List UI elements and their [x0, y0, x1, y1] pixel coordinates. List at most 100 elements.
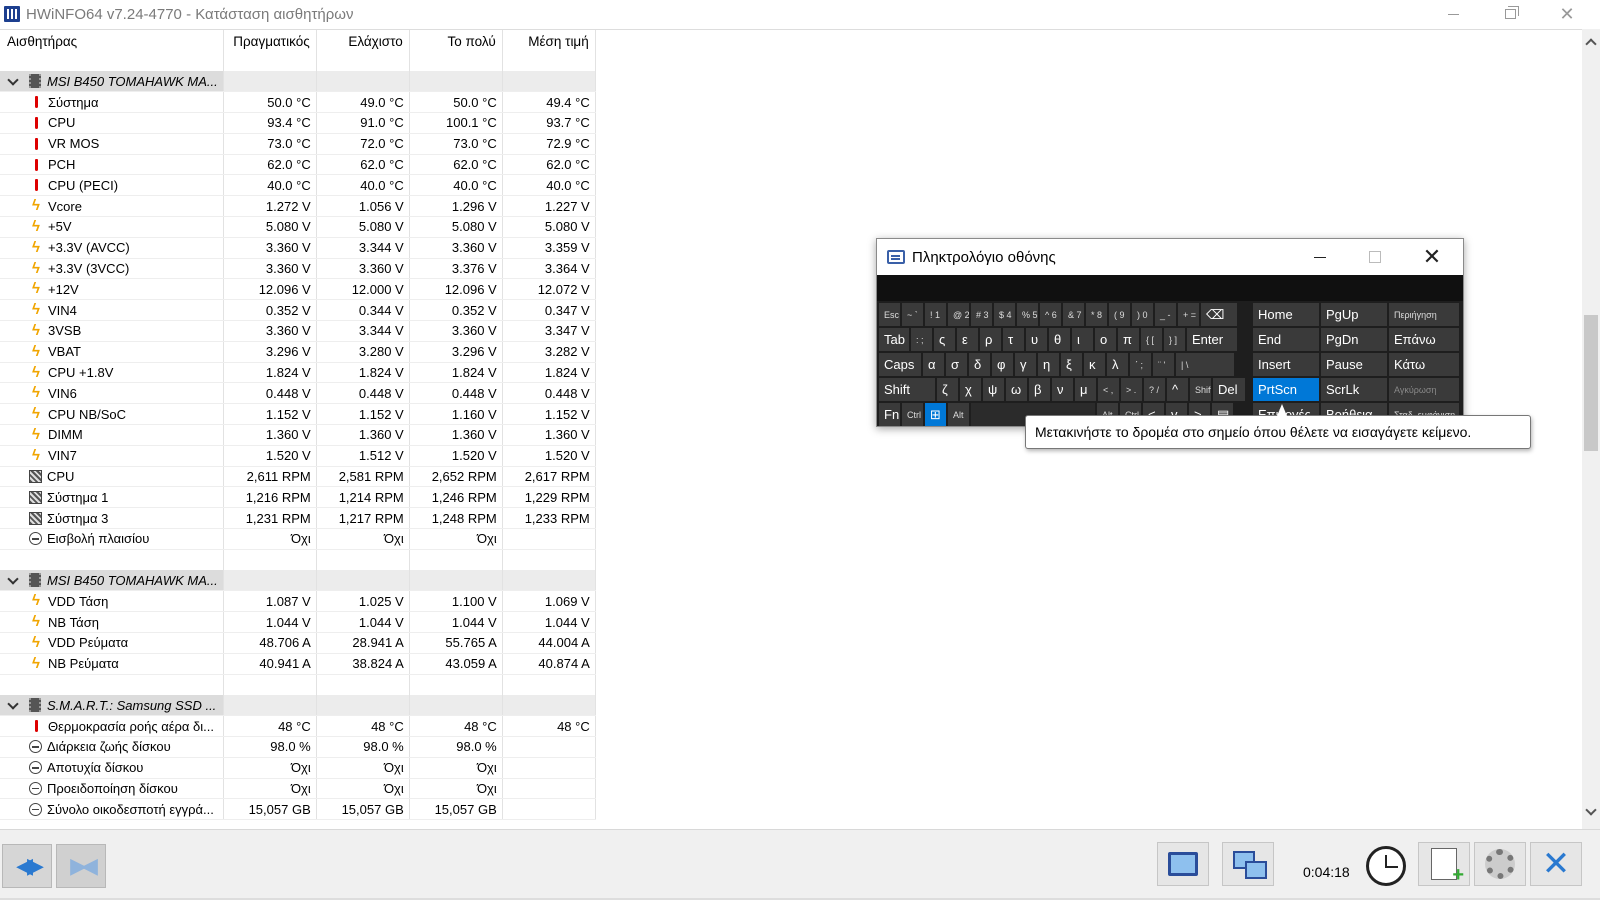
osk-key[interactable]: Enter	[1187, 328, 1237, 351]
vertical-scrollbar[interactable]	[1582, 29, 1600, 829]
osk-key[interactable]: ι	[1072, 328, 1093, 351]
osk-key[interactable]: < ,	[1098, 378, 1119, 401]
sensor-name-cell[interactable]: Εισβολή πλαισίου	[0, 528, 224, 550]
osk-key[interactable]: : ;	[911, 328, 932, 351]
osk-key[interactable]: λ	[1107, 353, 1128, 376]
table-row[interactable]: Θερμοκρασία ροής αέρα δι... 48 °C 48 °C 48 …	[0, 715, 596, 737]
sensor-name-cell[interactable]: +3.3V (AVCC)	[0, 237, 224, 259]
settings-button[interactable]	[1474, 842, 1526, 886]
osk-key[interactable]: ο	[1095, 328, 1116, 351]
table-row[interactable]: VDD Τάση 1.087 V1.025 V1.100 V1.069 V	[0, 590, 596, 613]
table-row[interactable]: VIN60.448 V0.448 V0.448 V0.448 V	[0, 382, 596, 405]
osk-key[interactable]: PrtScn	[1253, 378, 1319, 401]
osk-key[interactable]: ρ	[980, 328, 1001, 351]
table-row[interactable]: VIN71.520 V1.512 V1.520 V1.520 V	[0, 445, 596, 467]
sensor-name-cell[interactable]: Σύστημα	[0, 91, 224, 114]
sensor-name-cell[interactable]: VIN6	[0, 382, 224, 405]
sensor-group-header[interactable]: MSI B450 TOMAHAWK MA...	[0, 71, 224, 93]
osk-key[interactable]: π	[1118, 328, 1139, 351]
osk-key[interactable]: _ -	[1155, 303, 1176, 326]
table-row[interactable]: Σύστημα 50.0 °C 49.0 °C 50.0 °C 49.4 °C	[0, 91, 596, 114]
sensor-name-cell[interactable]: CPU (PECI)	[0, 174, 224, 197]
osk-key[interactable]: Αγκύρωση	[1389, 378, 1459, 401]
network-button[interactable]	[1222, 842, 1274, 886]
sensor-name-cell[interactable]: Θερμοκρασία ροής αέρα δι...	[0, 715, 224, 737]
sensor-name-cell[interactable]: Προειδοποίηση δίσκου	[0, 778, 224, 800]
osk-key[interactable]: ! 1	[925, 303, 946, 326]
chevron-down-icon[interactable]	[8, 700, 18, 710]
osk-key[interactable]: PgUp	[1321, 303, 1387, 326]
collapse-columns-button[interactable]: ▶◀	[56, 844, 106, 888]
osk-key[interactable]: ^	[1167, 378, 1188, 401]
sensor-name-cell[interactable]: +3.3V (3VCC)	[0, 258, 224, 280]
table-row[interactable]: CPU NB/SoC1.152 V1.152 V1.160 V1.152 V	[0, 403, 596, 426]
sensor-name-cell[interactable]: VDD Τάση	[0, 590, 224, 613]
sensor-group-header[interactable]: S.M.A.R.T.: Samsung SSD ...	[0, 694, 224, 717]
chevron-down-icon[interactable]	[8, 575, 18, 585]
osk-key[interactable]: ν	[1052, 378, 1073, 401]
column-header-current[interactable]: Πραγματικός	[223, 30, 317, 71]
column-header-maximum[interactable]: Το πολύ	[409, 30, 503, 71]
scroll-up-button[interactable]	[1582, 33, 1600, 51]
close-button[interactable]: ✕	[1538, 0, 1596, 28]
osk-key[interactable]: δ	[969, 353, 990, 376]
table-row[interactable]: VDD Ρεύματα 48.706 A28.941 A55.765 A44.00…	[0, 632, 596, 654]
table-row[interactable]: CPU (PECI) 40.0 °C 40.0 °C 40.0 °C 40.0 °C	[0, 174, 596, 197]
osk-key[interactable]: μ	[1075, 378, 1096, 401]
sensor-name-cell[interactable]: NB Τάση	[0, 611, 224, 634]
osk-close-button[interactable]: ✕	[1409, 239, 1455, 275]
sensor-name-cell[interactable]: CPU +1.8V	[0, 362, 224, 384]
monitor-button[interactable]	[1157, 842, 1209, 886]
osk-key[interactable]: Del	[1213, 378, 1245, 401]
osk-key[interactable]: τ	[1003, 328, 1024, 351]
osk-key[interactable]: ω	[1006, 378, 1027, 401]
osk-key[interactable]: ^ 6	[1040, 303, 1061, 326]
osk-key[interactable]: Περιήγηση	[1389, 303, 1459, 326]
sensor-name-cell[interactable]: CPU	[0, 112, 224, 134]
table-row[interactable]: Σύστημα 3 1,231 RPM 1,217 RPM 1,248 RPM 1,23…	[0, 507, 596, 530]
osk-key[interactable]: β	[1029, 378, 1050, 401]
column-header-average[interactable]: Μέση τιμή	[502, 30, 596, 71]
clock-icon[interactable]	[1366, 846, 1406, 886]
osk-key[interactable]: α	[923, 353, 944, 376]
table-row[interactable]: NB Τάση1.044 V1.044 V1.044 V1.044 V	[0, 611, 596, 634]
osk-key[interactable]: ⊞	[925, 403, 946, 426]
table-row[interactable]: Προειδοποίηση δίσκου Όχι Όχι Όχι	[0, 778, 596, 800]
osk-key[interactable]: χ	[960, 378, 981, 401]
sensor-name-cell[interactable]: VDD Ρεύματα	[0, 632, 224, 654]
sensor-name-cell[interactable]: Αποτυχία δίσκου	[0, 757, 224, 779]
sensor-name-cell[interactable]: +5V	[0, 216, 224, 238]
osk-key[interactable]: Tab	[879, 328, 909, 351]
table-row[interactable]: Σύνολο οικοδεσποτή εγγρά... 15,057 GB 15,0…	[0, 798, 596, 821]
table-row[interactable]: PCH 62.0 °C 62.0 °C 62.0 °C 62.0 °C	[0, 154, 596, 176]
scroll-down-button[interactable]	[1582, 803, 1600, 821]
sensor-name-cell[interactable]: CPU	[0, 466, 224, 488]
sensor-name-cell[interactable]: +12V	[0, 278, 224, 301]
sensor-group-row[interactable]: MSI B450 TOMAHAWK MA...	[0, 570, 596, 592]
sensor-group-row[interactable]: MSI B450 TOMAHAWK MA...	[0, 71, 596, 93]
osk-key[interactable]: φ	[992, 353, 1013, 376]
table-row[interactable]: DIMM1.360 V1.360 V1.360 V1.360 V	[0, 424, 596, 446]
osk-key[interactable]: End	[1253, 328, 1319, 351]
table-row[interactable]: +12V12.096 V12.000 V12.096 V12.072 V	[0, 278, 596, 301]
osk-maximize-button[interactable]	[1352, 239, 1398, 275]
minimize-button[interactable]	[1424, 0, 1482, 28]
osk-key[interactable]: Fn	[879, 403, 900, 426]
expand-columns-button[interactable]: ◀▶	[2, 844, 52, 888]
osk-key[interactable]: % 5	[1017, 303, 1038, 326]
sensor-name-cell[interactable]: DIMM	[0, 424, 224, 446]
osk-key[interactable]: Caps	[879, 353, 921, 376]
column-header-sensor[interactable]: Αισθητήρας	[0, 30, 224, 71]
table-row[interactable]: +3.3V (AVCC)3.360 V3.344 V3.360 V3.359 V	[0, 237, 596, 259]
osk-key[interactable]: σ	[946, 353, 967, 376]
osk-key[interactable]: ) 0	[1132, 303, 1153, 326]
osk-key[interactable]: ~ `	[902, 303, 923, 326]
table-row[interactable]: CPU +1.8V1.824 V1.824 V1.824 V1.824 V	[0, 362, 596, 384]
table-row[interactable]: NB Ρεύματα 40.941 A38.824 A43.059 A40.874…	[0, 653, 596, 675]
osk-key[interactable]: } ]	[1164, 328, 1185, 351]
osk-key[interactable]: Επάνω	[1389, 328, 1459, 351]
osk-key[interactable]: ¨ '	[1153, 353, 1174, 376]
osk-key[interactable]: ( 9	[1109, 303, 1130, 326]
osk-key[interactable]: ScrLk	[1321, 378, 1387, 401]
osk-key[interactable]: # 3	[971, 303, 992, 326]
